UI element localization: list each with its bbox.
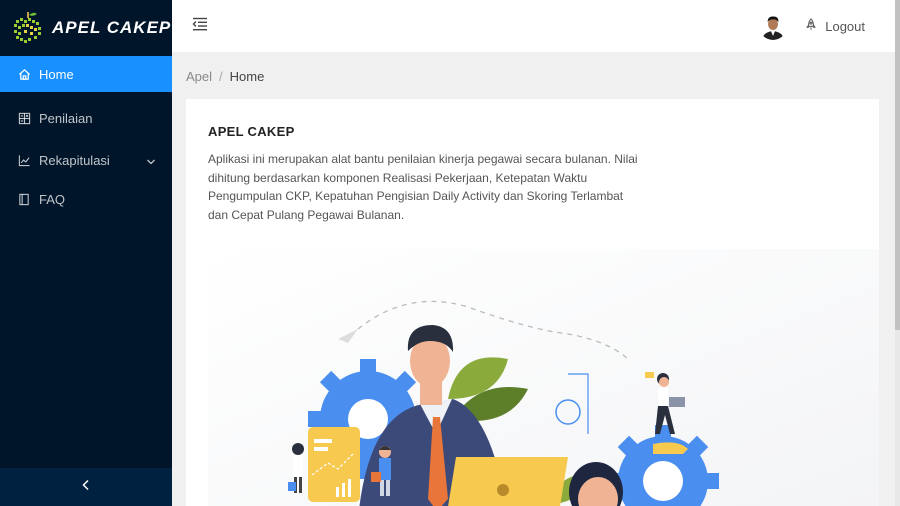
avatar[interactable] — [759, 12, 788, 40]
logo-text: APEL CAKEP — [52, 18, 172, 37]
logout-label: Logout — [825, 18, 865, 34]
menu-fold-icon — [192, 17, 208, 36]
breadcrumb-root[interactable]: Apel — [186, 69, 212, 84]
rocket-icon — [805, 18, 825, 34]
menu-fold-button[interactable] — [192, 17, 210, 35]
sidebar-item-label: Rekapitulasi — [39, 152, 110, 168]
content-card: APEL CAKEP Aplikasi ini merupakan alat b… — [186, 99, 879, 506]
sidebar-collapse-button[interactable] — [0, 468, 172, 506]
sidebar-item-label: FAQ — [39, 191, 66, 207]
hero-illustration — [208, 249, 879, 506]
team-work-illustration — [208, 249, 879, 506]
logout-button[interactable]: Logout — [805, 18, 865, 34]
chevron-down-icon — [146, 154, 156, 169]
line-chart-icon — [17, 153, 31, 167]
logo-apple-icon — [10, 10, 46, 46]
calculator-icon — [17, 111, 31, 125]
top-header: Logout — [172, 0, 895, 52]
sidebar-item-penilaian[interactable]: Penilaian — [0, 100, 172, 136]
sidebar-item-label: Home — [39, 66, 74, 82]
sidebar-item-home[interactable]: Home — [0, 56, 172, 92]
sidebar-item-faq[interactable]: FAQ — [0, 181, 172, 217]
home-icon — [17, 67, 31, 81]
app-logo[interactable]: APEL CAKEP — [0, 0, 172, 56]
page-scrollbar[interactable] — [895, 0, 900, 506]
book-icon — [17, 192, 31, 206]
scrollbar-thumb[interactable] — [895, 0, 900, 330]
sidebar-menu: Home Penilaian Rekapitulasi FAQ — [0, 56, 172, 217]
header-right: Logout — [759, 0, 865, 52]
sidebar: APEL CAKEP Home Penilaian Rekapitulasi F… — [0, 0, 172, 506]
breadcrumb-separator: / — [219, 69, 223, 84]
sidebar-item-rekapitulasi[interactable]: Rekapitulasi — [0, 142, 172, 178]
breadcrumb: Apel / Home — [186, 69, 264, 84]
breadcrumb-current: Home — [229, 69, 265, 84]
page-title: APEL CAKEP — [208, 124, 295, 139]
chevron-left-icon — [81, 478, 91, 496]
sidebar-item-label: Penilaian — [39, 110, 93, 126]
page-description: Aplikasi ini merupakan alat bantu penila… — [208, 152, 638, 222]
